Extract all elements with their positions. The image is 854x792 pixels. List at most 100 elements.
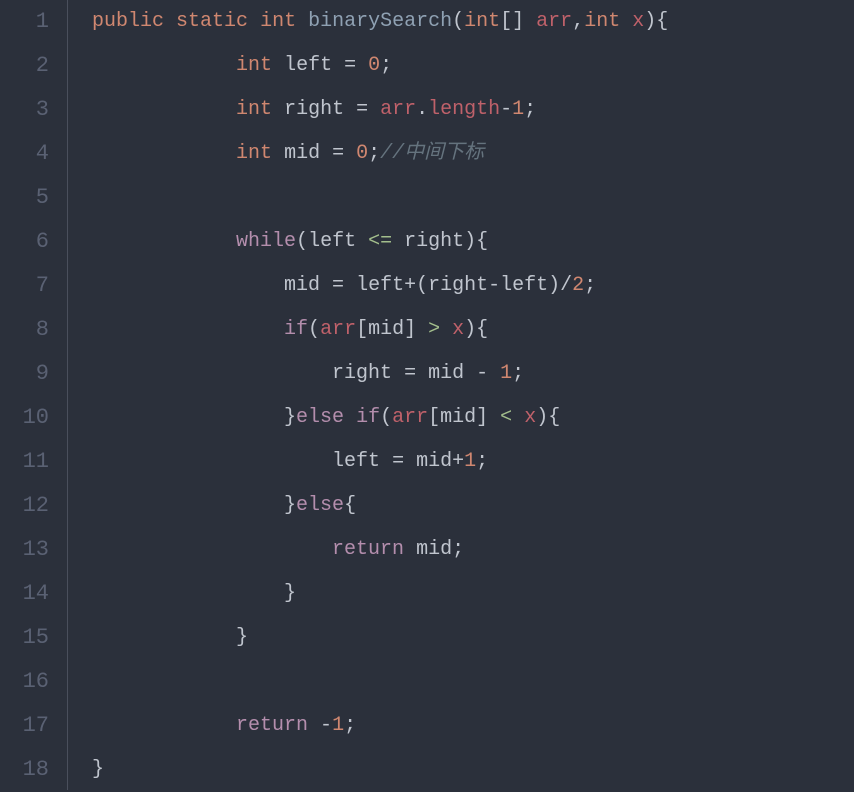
code-token: //中间下标 (380, 142, 484, 165)
code-token: 2 (572, 274, 584, 297)
line-number: 17 (8, 704, 49, 748)
code-token: arr (536, 10, 572, 33)
code-line[interactable] (92, 176, 854, 220)
code-line[interactable]: } (92, 616, 854, 660)
code-token: if (284, 318, 308, 341)
code-token (356, 230, 368, 253)
code-token: 1 (512, 98, 524, 121)
code-token: . (416, 98, 428, 121)
line-number: 10 (8, 396, 49, 440)
code-token (92, 318, 284, 341)
code-token (92, 538, 332, 561)
line-number: 13 (8, 528, 49, 572)
code-token: ] (404, 318, 428, 341)
code-token: right (428, 274, 488, 297)
code-token: x (632, 10, 644, 33)
code-token: > (428, 318, 440, 341)
code-token (272, 142, 284, 165)
code-line[interactable]: public static int binarySearch(int[] arr… (92, 0, 854, 44)
code-line[interactable]: } (92, 572, 854, 616)
line-number: 2 (8, 44, 49, 88)
code-line[interactable]: }else if(arr[mid] < x){ (92, 396, 854, 440)
code-token: ){ (644, 10, 668, 33)
code-token: static (176, 10, 248, 33)
code-token: int (464, 10, 500, 33)
code-token (164, 10, 176, 33)
code-token: arr (320, 318, 356, 341)
code-token: ){ (536, 406, 560, 429)
code-token: ; (584, 274, 596, 297)
code-token (296, 10, 308, 33)
code-token: mid (368, 318, 404, 341)
code-token: ( (380, 406, 392, 429)
code-token: binarySearch (308, 10, 452, 33)
code-token: right (332, 362, 392, 385)
code-token: int (584, 10, 620, 33)
line-number: 5 (8, 176, 49, 220)
code-line[interactable]: int right = arr.length-1; (92, 88, 854, 132)
code-line[interactable]: while(left <= right){ (92, 220, 854, 264)
code-token (272, 98, 284, 121)
code-line[interactable]: right = mid - 1; (92, 352, 854, 396)
code-token (92, 54, 236, 77)
line-number: 7 (8, 264, 49, 308)
code-line[interactable]: return mid; (92, 528, 854, 572)
code-token: mid (428, 362, 464, 385)
code-token: mid (416, 450, 452, 473)
code-token: } (92, 582, 296, 605)
line-number: 8 (8, 308, 49, 352)
code-token: + (452, 450, 464, 473)
code-token: ] (476, 406, 500, 429)
code-token: ; (344, 714, 356, 737)
code-token: mid (416, 538, 452, 561)
code-line[interactable]: left = mid+1; (92, 440, 854, 484)
code-token (344, 406, 356, 429)
code-token: else (296, 406, 344, 429)
code-token: return (332, 538, 404, 561)
code-token (512, 406, 524, 429)
code-line[interactable]: }else{ (92, 484, 854, 528)
code-token: left (308, 230, 356, 253)
line-number: 3 (8, 88, 49, 132)
code-token: 1 (500, 362, 512, 385)
line-number-gutter: 123456789101112131415161718 (0, 0, 68, 790)
line-number: 4 (8, 132, 49, 176)
code-token (92, 714, 236, 737)
code-token: 0 (368, 54, 380, 77)
code-token (440, 318, 452, 341)
line-number: 12 (8, 484, 49, 528)
code-token: 1 (464, 450, 476, 473)
code-token: - (500, 98, 512, 121)
code-token (92, 142, 236, 165)
code-line[interactable]: int left = 0; (92, 44, 854, 88)
code-editor-content[interactable]: public static int binarySearch(int[] arr… (68, 0, 854, 790)
code-token: ( (308, 318, 320, 341)
code-token (272, 54, 284, 77)
code-token: = (344, 98, 380, 121)
code-token: - (308, 714, 332, 737)
line-number: 11 (8, 440, 49, 484)
line-number: 1 (8, 0, 49, 44)
line-number: 9 (8, 352, 49, 396)
code-token: public (92, 10, 164, 33)
code-line[interactable]: mid = left+(right-left)/2; (92, 264, 854, 308)
code-line[interactable] (92, 660, 854, 704)
code-token: } (92, 494, 296, 517)
code-token: - (488, 274, 500, 297)
code-line[interactable]: } (92, 748, 854, 792)
code-token: mid (440, 406, 476, 429)
code-token (392, 230, 404, 253)
code-line[interactable]: if(arr[mid] > x){ (92, 308, 854, 352)
code-token: left (284, 54, 332, 77)
code-token: - (464, 362, 500, 385)
code-token: = (380, 450, 416, 473)
code-token: 1 (332, 714, 344, 737)
code-token: right (284, 98, 344, 121)
code-token (248, 10, 260, 33)
code-token: if (356, 406, 380, 429)
code-line[interactable]: return -1; (92, 704, 854, 748)
code-line[interactable]: int mid = 0;//中间下标 (92, 132, 854, 176)
code-token: } (92, 758, 104, 781)
code-token: ; (380, 54, 392, 77)
code-token: mid (284, 142, 320, 165)
